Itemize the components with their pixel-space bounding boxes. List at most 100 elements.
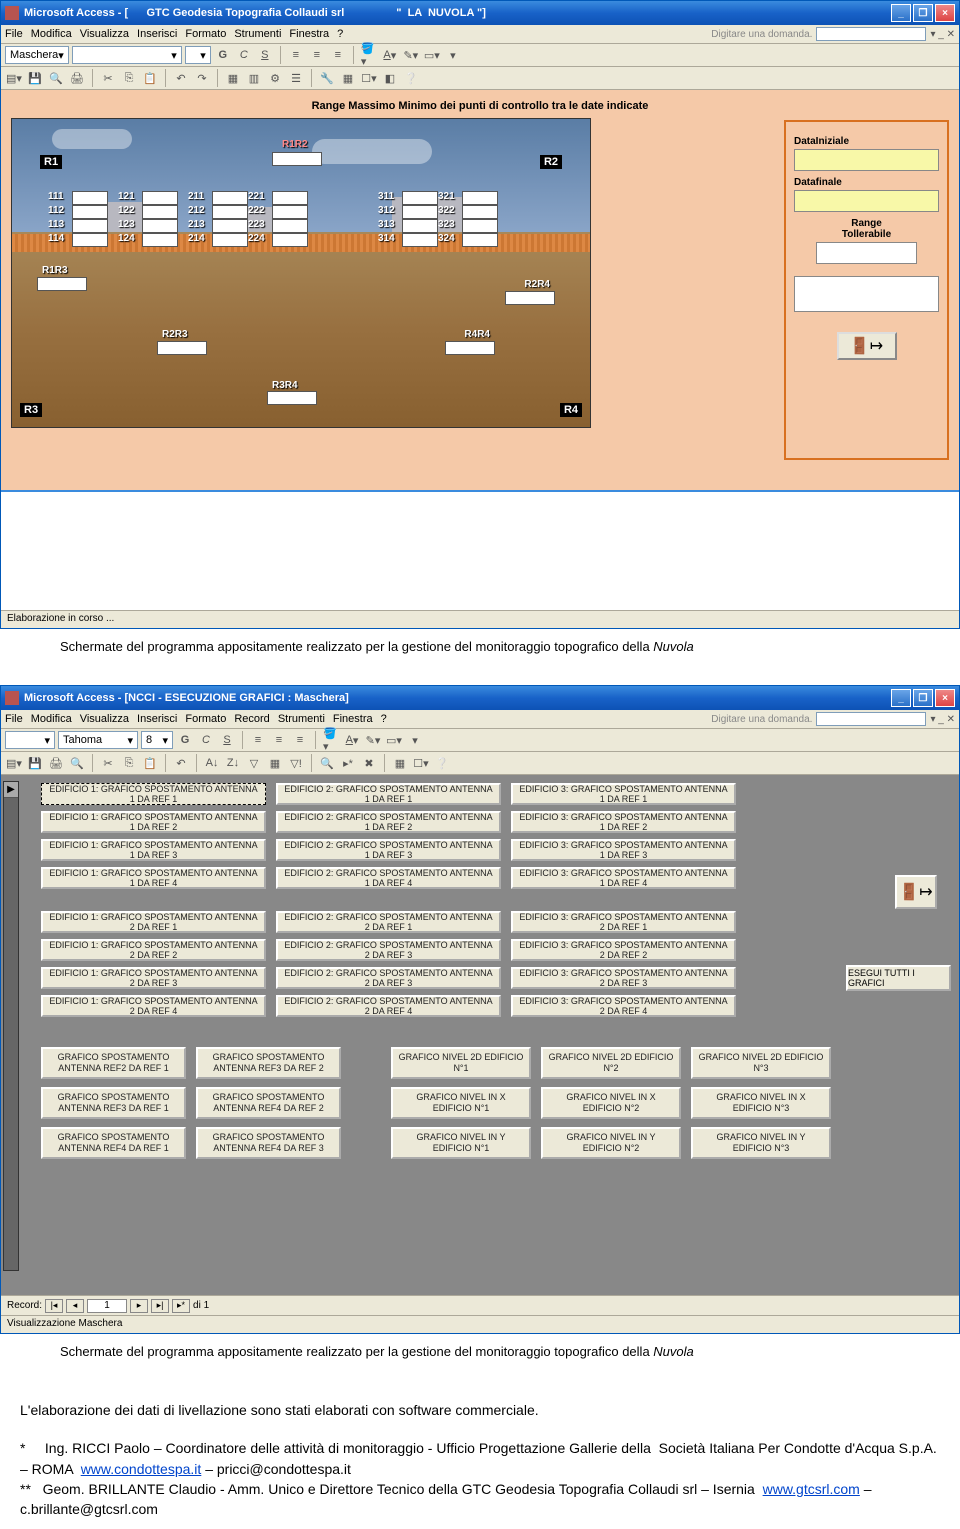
nav-first-button[interactable]: |◂ — [45, 1299, 63, 1313]
graph-button[interactable]: EDIFICIO 2: GRAFICO SPOSTAMENTO ANTENNA … — [276, 911, 501, 933]
record-number-input[interactable] — [87, 1299, 127, 1313]
graph-button[interactable]: EDIFICIO 2: GRAFICO SPOSTAMENTO ANTENNA … — [276, 995, 501, 1017]
undo-icon[interactable]: ↶ — [172, 754, 190, 772]
apply-filter-icon[interactable]: ▽! — [287, 754, 305, 772]
graph-button[interactable]: GRAFICO SPOSTAMENTO ANTENNA REF2 DA REF … — [41, 1047, 186, 1079]
sort-asc-icon[interactable]: A↓ — [203, 754, 221, 772]
link-condottespa[interactable]: www.condottespa.it — [81, 1461, 202, 1477]
nav-next-button[interactable]: ▸ — [130, 1299, 148, 1313]
graph-button[interactable]: EDIFICIO 1: GRAFICO SPOSTAMENTO ANTENNA … — [41, 811, 266, 833]
menu-strumenti[interactable]: Strumenti — [234, 28, 281, 40]
new-obj-icon[interactable]: ☐▾ — [360, 69, 378, 87]
menu-inserisci[interactable]: Inserisci — [137, 28, 177, 40]
print-icon[interactable]: 🖨 — [47, 754, 65, 772]
graph-button[interactable]: GRAFICO SPOSTAMENTO ANTENNA REF4 DA REF … — [196, 1087, 341, 1119]
help-search-input[interactable] — [816, 712, 926, 726]
filter-icon[interactable]: ▽ — [245, 754, 263, 772]
menu-file[interactable]: File — [5, 713, 23, 725]
graph-button[interactable]: GRAFICO NIVEL IN Y EDIFICIO N°2 — [541, 1127, 681, 1159]
help-icon[interactable]: ❔ — [402, 69, 420, 87]
graph-button[interactable]: EDIFICIO 1: GRAFICO SPOSTAMENTO ANTENNA … — [41, 967, 266, 989]
align-right-icon[interactable]: ≡ — [329, 46, 347, 64]
underline-button[interactable]: S — [218, 731, 236, 749]
find-icon[interactable]: 🔍 — [318, 754, 336, 772]
maximize-button[interactable]: ❐ — [913, 689, 933, 707]
italic-button[interactable]: C — [235, 46, 253, 64]
graph-button[interactable]: GRAFICO NIVEL 2D EDIFICIO N°3 — [691, 1047, 831, 1079]
border-icon[interactable]: ▭▾ — [385, 731, 403, 749]
sort-desc-icon[interactable]: Z↓ — [224, 754, 242, 772]
graph-button[interactable]: EDIFICIO 1: GRAFICO SPOSTAMENTO ANTENNA … — [41, 911, 266, 933]
help-search-input[interactable] — [816, 27, 926, 41]
copy-icon[interactable]: ⎘ — [120, 754, 138, 772]
graph-button[interactable]: EDIFICIO 3: GRAFICO SPOSTAMENTO ANTENNA … — [511, 995, 736, 1017]
grid-input[interactable] — [142, 191, 178, 205]
graph-button[interactable]: EDIFICIO 1: GRAFICO SPOSTAMENTO ANTENNA … — [41, 995, 266, 1017]
grid-input[interactable] — [462, 191, 498, 205]
input-r1r2[interactable] — [272, 152, 322, 166]
menu-visualizza[interactable]: Visualizza — [80, 713, 129, 725]
db-icon[interactable]: ▦ — [339, 69, 357, 87]
paste-icon[interactable]: 📋 — [141, 69, 159, 87]
align-left-icon[interactable]: ≡ — [287, 46, 305, 64]
save-icon[interactable]: 💾 — [26, 69, 44, 87]
paste-icon[interactable]: 📋 — [141, 754, 159, 772]
input-range-tollerabile[interactable] — [816, 242, 918, 264]
graph-button[interactable]: GRAFICO NIVEL 2D EDIFICIO N°2 — [541, 1047, 681, 1079]
menu-inserisci[interactable]: Inserisci — [137, 713, 177, 725]
graph-button[interactable]: EDIFICIO 2: GRAFICO SPOSTAMENTO ANTENNA … — [276, 967, 501, 989]
line-color-icon[interactable]: ✎▾ — [402, 46, 420, 64]
grid-input[interactable] — [142, 205, 178, 219]
search-icon[interactable]: 🔍 — [47, 69, 65, 87]
window-icon[interactable]: ◧ — [381, 69, 399, 87]
del-rec-icon[interactable]: ✖ — [360, 754, 378, 772]
graph-button[interactable]: EDIFICIO 3: GRAFICO SPOSTAMENTO ANTENNA … — [511, 783, 736, 805]
graph-button[interactable]: GRAFICO NIVEL IN X EDIFICIO N°3 — [691, 1087, 831, 1119]
grid-input[interactable] — [212, 205, 248, 219]
menu-formato[interactable]: Formato — [185, 28, 226, 40]
redo-icon[interactable]: ↷ — [193, 69, 211, 87]
graph-button[interactable]: EDIFICIO 1: GRAFICO SPOSTAMENTO ANTENNA … — [41, 939, 266, 961]
grid-input[interactable] — [402, 219, 438, 233]
insert-icon[interactable]: ▦ — [224, 69, 242, 87]
record-selector-bar[interactable]: ▶ — [3, 781, 19, 1271]
italic-button[interactable]: C — [197, 731, 215, 749]
menu-record[interactable]: Record — [234, 713, 269, 725]
grid-input[interactable] — [212, 219, 248, 233]
maximize-button[interactable]: ❐ — [913, 4, 933, 22]
menu-strumenti[interactable]: Strumenti — [278, 713, 325, 725]
input-r4r4[interactable] — [445, 341, 495, 355]
input-r2r4[interactable] — [505, 291, 555, 305]
input-r2r3[interactable] — [157, 341, 207, 355]
preview-icon[interactable]: 🔍 — [68, 754, 86, 772]
graph-button[interactable]: EDIFICIO 3: GRAFICO SPOSTAMENTO ANTENNA … — [511, 939, 736, 961]
grid-input[interactable] — [272, 191, 308, 205]
exit-button-2[interactable]: 🚪↦ — [895, 875, 937, 909]
copy-icon[interactable]: ⎘ — [120, 69, 138, 87]
tools-icon[interactable]: 🔧 — [318, 69, 336, 87]
graph-button[interactable]: EDIFICIO 2: GRAFICO SPOSTAMENTO ANTENNA … — [276, 939, 501, 961]
form-icon[interactable]: ▥ — [245, 69, 263, 87]
graph-button[interactable]: GRAFICO SPOSTAMENTO ANTENNA REF3 DA REF … — [196, 1047, 341, 1079]
close-button[interactable]: × — [935, 689, 955, 707]
grid-input[interactable] — [212, 191, 248, 205]
special-effect-icon[interactable]: ▾ — [444, 46, 462, 64]
help-icon[interactable]: ❔ — [433, 754, 451, 772]
underline-button[interactable]: S — [256, 46, 274, 64]
grid-input[interactable] — [462, 205, 498, 219]
filter-form-icon[interactable]: ▦ — [266, 754, 284, 772]
graph-button[interactable]: EDIFICIO 3: GRAFICO SPOSTAMENTO ANTENNA … — [511, 911, 736, 933]
undo-icon[interactable]: ↶ — [172, 69, 190, 87]
menu-finestra[interactable]: Finestra — [289, 28, 329, 40]
font-color-icon[interactable]: A▾ — [381, 46, 399, 64]
graph-button[interactable]: GRAFICO NIVEL IN Y EDIFICIO N°3 — [691, 1127, 831, 1159]
input-r1r3[interactable] — [37, 277, 87, 291]
graph-button[interactable]: EDIFICIO 2: GRAFICO SPOSTAMENTO ANTENNA … — [276, 867, 501, 889]
graph-button[interactable]: EDIFICIO 1: GRAFICO SPOSTAMENTO ANTENNA … — [41, 839, 266, 861]
fill-color-icon[interactable]: 🪣▾ — [322, 731, 340, 749]
effect-icon[interactable]: ▾ — [406, 731, 424, 749]
align-center-icon[interactable]: ≡ — [270, 731, 288, 749]
grid-input[interactable] — [72, 205, 108, 219]
menu-file[interactable]: File — [5, 28, 23, 40]
grid-input[interactable] — [72, 191, 108, 205]
